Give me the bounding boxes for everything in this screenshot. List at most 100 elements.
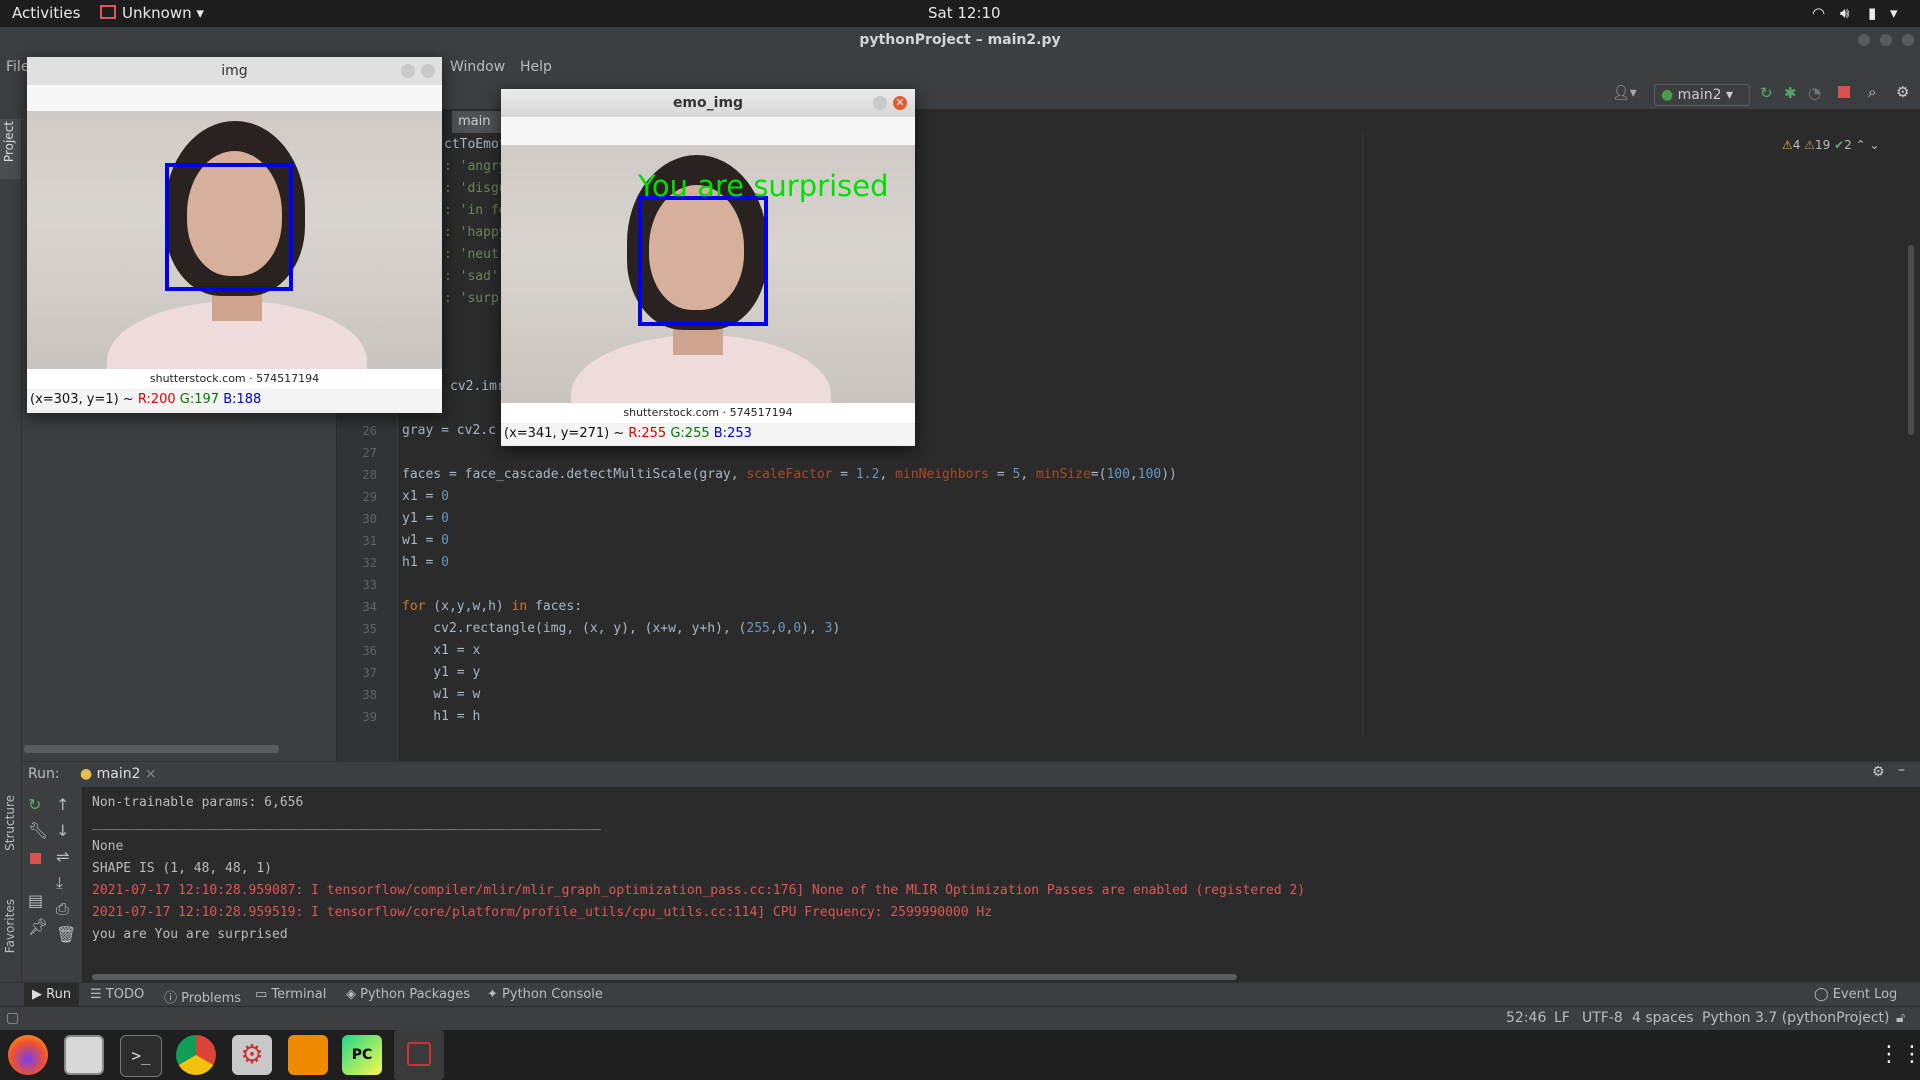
search-icon[interactable]: ⌕ bbox=[1868, 83, 1876, 101]
editor-tab-main[interactable]: main bbox=[452, 111, 508, 133]
volume-icon[interactable]: 🔊︎ bbox=[1840, 4, 1849, 22]
menu-window[interactable]: Window bbox=[450, 59, 505, 75]
structure-tool-tab[interactable]: Structure bbox=[0, 795, 21, 875]
settings-app-icon[interactable]: ⚙ bbox=[232, 1035, 272, 1075]
code-line-29: x1 = 0 bbox=[402, 489, 449, 504]
code-fragment: : 'happy bbox=[444, 225, 507, 240]
inspection-widget[interactable]: ⚠4 ⚠19 ✔2 ⌃ ⌄ bbox=[1782, 138, 1880, 152]
code-fragment: : 'sad' bbox=[444, 269, 499, 284]
cv-minimize-button[interactable] bbox=[401, 64, 415, 78]
arrow-down-icon[interactable]: ↓ bbox=[56, 821, 69, 840]
tool-window-bar: ▶ Run ☰ TODO ⓘ Problems ▭ Terminal ◈ Pyt… bbox=[0, 982, 1920, 1007]
tool-tab-terminal[interactable]: ▭ Terminal bbox=[255, 987, 326, 1002]
console-line: you are You are surprised bbox=[92, 927, 288, 942]
trash-icon[interactable]: 🗑︎ bbox=[56, 925, 76, 944]
soft-wrap-icon[interactable]: ⇌ bbox=[56, 847, 69, 866]
print-icon[interactable]: ⎙ bbox=[56, 899, 69, 919]
sublime-text-icon[interactable] bbox=[288, 1035, 328, 1075]
menu-help[interactable]: Help bbox=[520, 59, 552, 75]
chevron-up-icon[interactable]: ⌃ bbox=[1856, 138, 1866, 152]
line-number: 28 bbox=[362, 468, 377, 482]
layout-icon[interactable]: ▤ bbox=[28, 891, 43, 910]
gear-icon[interactable]: ⚙ bbox=[1896, 83, 1909, 101]
arrow-up-icon[interactable]: ↑ bbox=[56, 795, 69, 814]
gear-icon[interactable]: ⚙ bbox=[1872, 764, 1885, 780]
scroll-to-end-icon[interactable]: ⤓ bbox=[56, 873, 63, 893]
coverage-icon[interactable]: ◔ bbox=[1808, 84, 1821, 102]
chrome-icon[interactable] bbox=[176, 1035, 216, 1075]
app-menu[interactable]: Unknown ▾ bbox=[100, 4, 204, 22]
rerun-icon[interactable]: ↻ bbox=[28, 795, 41, 814]
run-config-selector[interactable]: ● main2 ▾ bbox=[1654, 84, 1750, 106]
line-separator[interactable]: LF bbox=[1554, 1010, 1570, 1026]
activities-button[interactable]: Activities bbox=[12, 4, 80, 22]
system-menu-chevron-icon[interactable]: ▾ bbox=[1890, 4, 1898, 22]
firefox-icon[interactable] bbox=[8, 1035, 48, 1075]
tool-tab-python-console[interactable]: ✦ Python Console bbox=[487, 987, 603, 1002]
close-icon[interactable]: × bbox=[145, 766, 157, 782]
hide-panel-icon[interactable]: – bbox=[1898, 762, 1905, 778]
cv-close-button[interactable] bbox=[421, 64, 435, 78]
run-config-label: main2 bbox=[1677, 87, 1722, 103]
tool-tab-run-label: Run bbox=[46, 987, 72, 1002]
stop-icon[interactable] bbox=[1838, 86, 1850, 98]
pixel-green: G:255 bbox=[670, 426, 710, 441]
left-tool-strip: Project Structure Favorites bbox=[0, 109, 22, 1009]
indent-setting[interactable]: 4 spaces bbox=[1632, 1010, 1694, 1026]
lock-icon[interactable]: 🔓︎ bbox=[1896, 1010, 1905, 1026]
face-image: You are surprised bbox=[501, 145, 915, 403]
project-tool-tab[interactable]: Project bbox=[0, 119, 21, 179]
weak-warning-icon: ⚠ bbox=[1804, 138, 1815, 152]
wifi-icon[interactable]: ◠ bbox=[1812, 4, 1825, 22]
line-number: 38 bbox=[362, 688, 377, 702]
event-log-button[interactable]: ◯ Event Log bbox=[1814, 987, 1897, 1002]
code-line-34: for (x,y,w,h) in faces: bbox=[402, 599, 583, 614]
clock[interactable]: Sat 12:10 bbox=[928, 4, 1001, 22]
stop-icon[interactable] bbox=[30, 853, 41, 864]
ide-maximize-button[interactable] bbox=[1880, 34, 1892, 46]
run-console[interactable]: Non-trainable params: 6,656 ____________… bbox=[82, 787, 1920, 982]
cv-window-img[interactable]: img shutterstock.com · 574517194 (x=303,… bbox=[27, 57, 442, 413]
debug-icon[interactable]: ✱ bbox=[1784, 84, 1797, 102]
code-fragment: : 'angry bbox=[444, 159, 507, 174]
menu-file[interactable]: File bbox=[6, 59, 29, 75]
file-encoding[interactable]: UTF-8 bbox=[1582, 1010, 1623, 1026]
wrench-icon[interactable]: 🔧︎ bbox=[28, 821, 48, 840]
tool-tab-python-packages[interactable]: ◈ Python Packages bbox=[346, 987, 470, 1002]
line-number: 32 bbox=[362, 556, 377, 570]
app-grid-icon[interactable]: ⋮⋮⋮ bbox=[1878, 1042, 1920, 1067]
weak-warning-count: 19 bbox=[1815, 138, 1831, 152]
pixel-red: R:200 bbox=[137, 392, 176, 407]
console-horizontal-scrollbar[interactable] bbox=[92, 974, 1237, 980]
ide-minimize-button[interactable] bbox=[1858, 34, 1870, 46]
taskbar-dock: >_ ⚙ PC ⋮⋮⋮ bbox=[0, 1030, 1920, 1080]
run-panel-header: Run: ● main2 × ⚙ – bbox=[22, 761, 1920, 788]
tool-tab-todo[interactable]: ☰ TODO bbox=[90, 987, 144, 1002]
caret-position[interactable]: 52:46 bbox=[1506, 1010, 1546, 1026]
pycharm-icon[interactable]: PC bbox=[342, 1035, 382, 1075]
cursor-coords: (x=341, y=271) ~ bbox=[504, 426, 629, 441]
chevron-down-icon[interactable]: ⌄ bbox=[1870, 138, 1880, 152]
panel-toggle-icon[interactable]: ▢ bbox=[6, 1010, 19, 1026]
editor-vertical-scrollbar[interactable] bbox=[1908, 245, 1914, 435]
console-line: 2021-07-17 12:10:28.959087: I tensorflow… bbox=[92, 883, 1306, 898]
tool-tab-problems[interactable]: ⓘ Problems bbox=[164, 987, 241, 1006]
tool-tab-run[interactable]: ▶ Run bbox=[24, 983, 80, 1007]
favorites-tool-tab[interactable]: Favorites bbox=[0, 899, 21, 989]
active-app-icon[interactable] bbox=[394, 1030, 444, 1080]
battery-icon[interactable]: ▮ bbox=[1868, 4, 1876, 22]
pin-icon[interactable]: 📌︎ bbox=[28, 917, 48, 936]
rerun-icon[interactable]: ↻ bbox=[1760, 84, 1773, 102]
vcs-user-icon[interactable]: 👤︎▾ bbox=[1612, 85, 1637, 101]
file-manager-icon[interactable] bbox=[64, 1035, 104, 1075]
ide-status-bar: ▢ 52:46 LF UTF-8 4 spaces Python 3.7 (py… bbox=[0, 1006, 1920, 1031]
face-bounding-box bbox=[638, 196, 768, 326]
cv-window-emo-img[interactable]: emo_img ✕ You are surprised shutterstock… bbox=[501, 89, 915, 446]
cv-minimize-button[interactable] bbox=[873, 96, 887, 110]
run-tab-main2[interactable]: ● main2 × bbox=[80, 766, 157, 782]
cv-close-button[interactable]: ✕ bbox=[893, 96, 907, 110]
project-horizontal-scrollbar[interactable] bbox=[24, 745, 279, 753]
ide-close-button[interactable] bbox=[1902, 34, 1914, 46]
terminal-app-icon[interactable]: >_ bbox=[120, 1035, 162, 1077]
python-interpreter[interactable]: Python 3.7 (pythonProject) bbox=[1702, 1010, 1890, 1026]
